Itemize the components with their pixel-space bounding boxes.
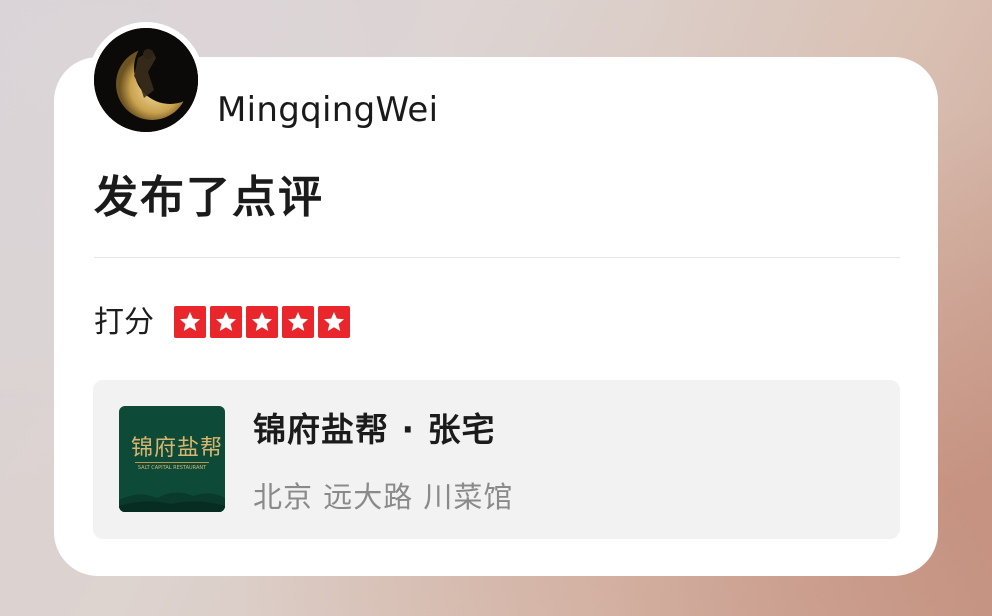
shop-name[interactable]: 锦府盐帮 · 张宅 (253, 408, 496, 452)
shop-logo-rule (135, 462, 209, 463)
shop-logo-subtitle: SALT CAPITAL RESTAURANT (137, 465, 207, 471)
activity-action-text: 发布了点评 (94, 172, 324, 223)
shop-panel[interactable]: 锦府盐帮 SALT CAPITAL RESTAURANT 锦府盐帮 · 张宅 北… (93, 380, 900, 539)
star-icon (210, 306, 242, 338)
rating-label: 打分 (94, 305, 154, 340)
star-rating (174, 306, 350, 338)
shop-meta: 北京 远大路 川菜馆 (253, 480, 514, 514)
star-icon (174, 306, 206, 338)
star-icon (318, 306, 350, 338)
star-icon (282, 306, 314, 338)
star-icon (246, 306, 278, 338)
hills-icon (119, 492, 225, 512)
crescent-moon-icon (94, 28, 198, 132)
divider (94, 257, 900, 258)
shop-logo: 锦府盐帮 SALT CAPITAL RESTAURANT (119, 406, 225, 512)
username[interactable]: MingqingWei (217, 88, 438, 132)
shop-logo-title: 锦府盐帮 (131, 436, 224, 461)
avatar[interactable] (94, 28, 198, 132)
